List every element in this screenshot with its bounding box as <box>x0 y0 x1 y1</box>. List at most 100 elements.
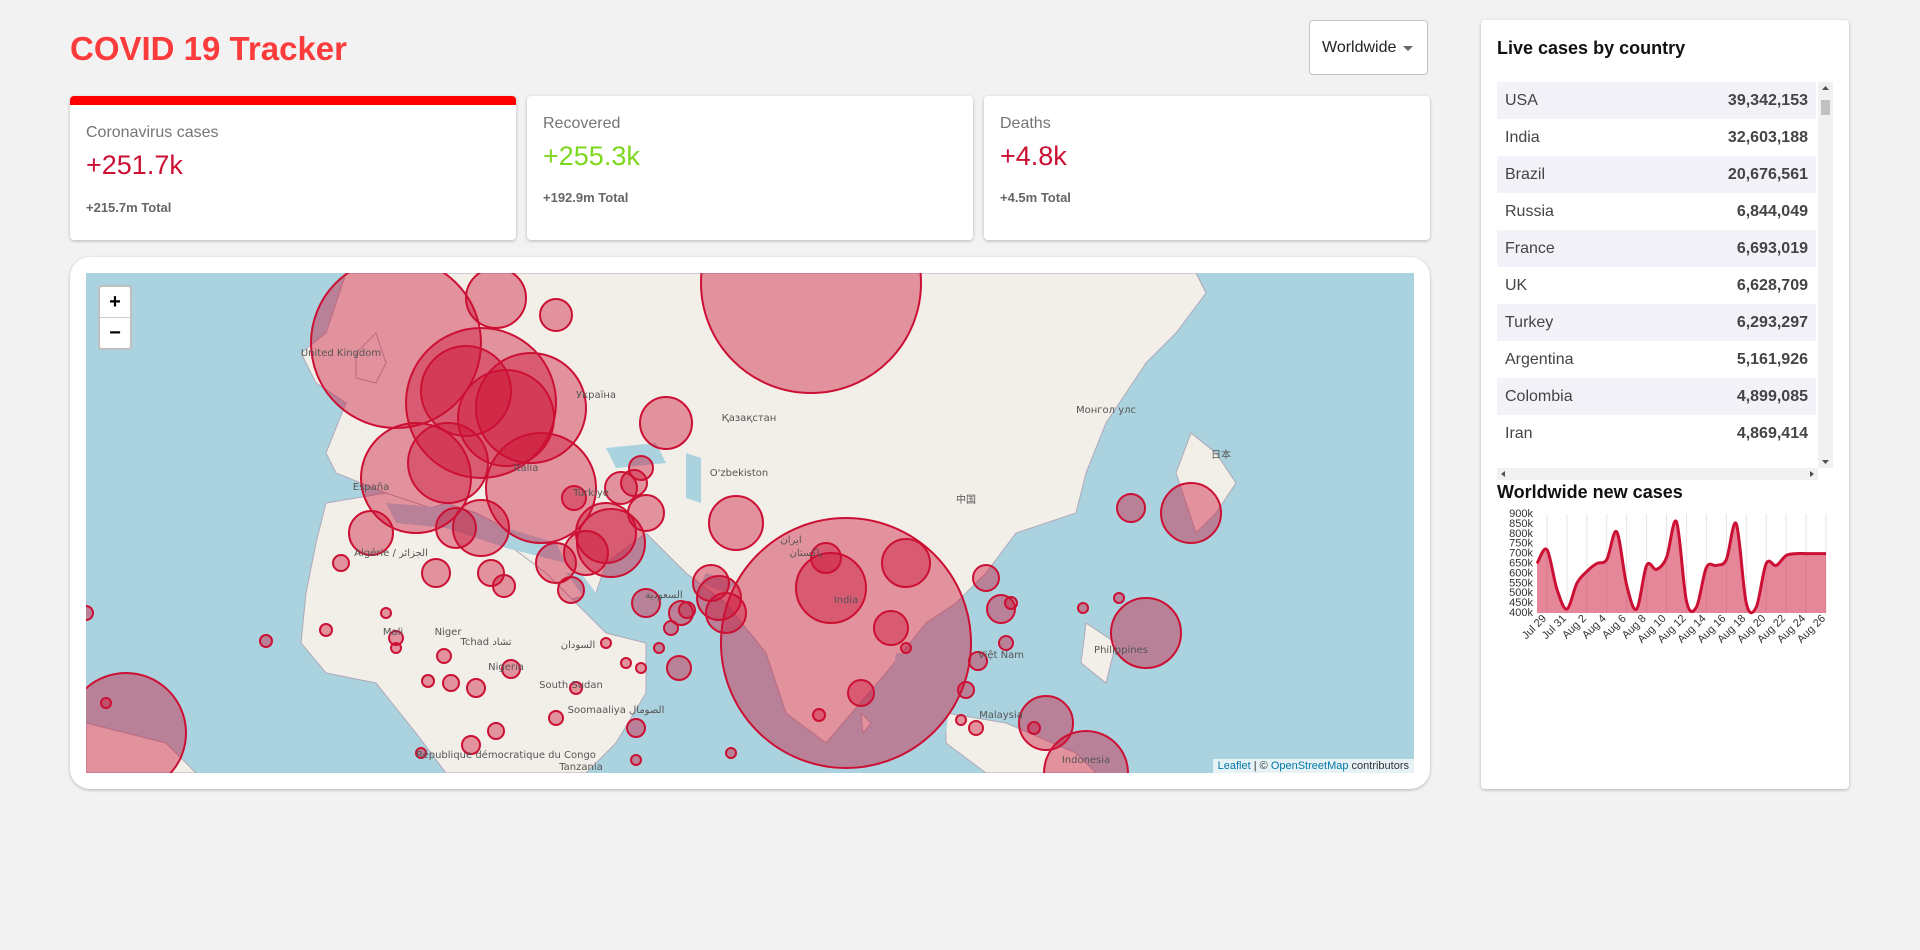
country-name: Argentina <box>1505 350 1574 368</box>
case-circle[interactable] <box>873 610 909 646</box>
scrollbar-thumb[interactable] <box>1821 100 1830 115</box>
case-circle[interactable] <box>436 648 452 664</box>
case-circle[interactable] <box>666 655 692 681</box>
case-circle[interactable] <box>442 674 460 692</box>
case-circle[interactable] <box>972 564 1000 592</box>
cases-value: +251.7k <box>86 150 183 180</box>
country-name: Colombia <box>1505 387 1573 405</box>
deaths-card[interactable]: Deaths +4.8k +4.5m Total <box>984 96 1430 240</box>
case-circle[interactable] <box>708 495 764 551</box>
country-cases: 20,676,561 <box>1727 165 1808 183</box>
case-circle[interactable] <box>421 558 451 588</box>
case-circle[interactable] <box>407 422 489 504</box>
case-circle[interactable] <box>630 754 642 766</box>
case-circle[interactable] <box>421 674 435 688</box>
case-circle[interactable] <box>539 298 573 332</box>
map-label: Indonesia <box>1062 755 1110 766</box>
country-cases: 6,293,297 <box>1736 313 1808 331</box>
case-circle[interactable] <box>955 714 967 726</box>
country-name: USA <box>1505 91 1538 109</box>
case-circle[interactable] <box>628 455 654 481</box>
case-circle[interactable] <box>847 679 875 707</box>
case-circle[interactable] <box>86 672 187 773</box>
case-circle[interactable] <box>1113 592 1125 604</box>
map[interactable]: United Kingdom España Türkiye Algérie / الج… <box>86 273 1414 773</box>
case-circle[interactable] <box>1160 482 1222 544</box>
map-label: Malaysia <box>979 710 1023 721</box>
map-label: Mali <box>383 627 403 638</box>
map-panel: United Kingdom España Türkiye Algérie / الج… <box>70 257 1430 789</box>
case-circle[interactable] <box>968 720 984 736</box>
country-select[interactable]: Worldwide <box>1309 20 1428 75</box>
case-circle[interactable] <box>1110 597 1182 669</box>
case-circle[interactable] <box>557 576 585 604</box>
scrollbar-h-arrows-icon <box>1501 471 1814 477</box>
country-cases: 6,844,049 <box>1736 202 1808 220</box>
deaths-label: Deaths <box>1000 115 1051 132</box>
case-circle[interactable] <box>1027 721 1041 735</box>
cases-total: +215.7m Total <box>86 200 172 215</box>
case-circle[interactable] <box>86 605 94 621</box>
case-circle[interactable] <box>663 620 679 636</box>
case-circle[interactable] <box>600 637 612 649</box>
case-circle[interactable] <box>900 642 912 654</box>
case-circle[interactable] <box>259 634 273 648</box>
case-circle[interactable] <box>465 273 527 329</box>
case-circle[interactable] <box>635 662 647 674</box>
cases-card[interactable]: Coronavirus cases +251.7k +215.7m Total <box>70 96 516 240</box>
case-circle[interactable] <box>620 657 632 669</box>
zoom-out-button[interactable]: − <box>100 317 130 348</box>
recovered-card[interactable]: Recovered +255.3k +192.9m Total <box>527 96 973 240</box>
map-label: Tanzania <box>558 762 603 773</box>
attribution-suffix: contributors <box>1348 760 1409 772</box>
case-circle[interactable] <box>1077 602 1089 614</box>
case-circle[interactable] <box>957 681 975 699</box>
deaths-total: +4.5m Total <box>1000 190 1071 205</box>
case-circle[interactable] <box>492 574 516 598</box>
selected-indicator <box>70 96 516 105</box>
map-label: ایران <box>780 535 801 546</box>
map-label: Soomaaliya الصومال <box>568 705 665 716</box>
map-label: Қазақстан <box>722 413 777 424</box>
table-row: Russia 6,844,049 <box>1497 193 1816 230</box>
country-cases: 32,603,188 <box>1727 128 1808 146</box>
table-horizontal-scrollbar[interactable] <box>1497 468 1818 480</box>
live-cases-table[interactable]: USA 39,342,153 India 32,603,188 Brazil 20,676… <box>1497 82 1833 480</box>
table-row: USA 39,342,153 <box>1497 82 1816 119</box>
case-circle[interactable] <box>812 708 826 722</box>
case-circle[interactable] <box>332 554 350 572</box>
case-circle[interactable] <box>319 623 333 637</box>
case-circle[interactable] <box>639 396 693 450</box>
case-circle[interactable] <box>487 722 505 740</box>
table-vertical-scrollbar[interactable] <box>1818 82 1833 468</box>
case-circle[interactable] <box>705 592 747 634</box>
case-circle[interactable] <box>452 499 510 557</box>
case-circle[interactable] <box>1004 596 1018 610</box>
map-label: Niger <box>435 627 463 638</box>
case-circle[interactable] <box>466 678 486 698</box>
case-circle[interactable] <box>881 538 931 588</box>
country-cases: 4,869,414 <box>1736 424 1808 442</box>
case-circle[interactable] <box>1116 493 1146 523</box>
live-cases-title: Live cases by country <box>1497 38 1686 58</box>
case-circle[interactable] <box>626 718 646 738</box>
zoom-in-button[interactable]: + <box>100 287 130 317</box>
case-circle[interactable] <box>548 710 564 726</box>
map-label: پاکستان <box>790 548 823 559</box>
recovered-total: +192.9m Total <box>543 190 629 205</box>
caspian-sea <box>686 453 701 503</box>
case-circle[interactable] <box>380 607 392 619</box>
case-circle[interactable] <box>725 747 737 759</box>
country-name: Brazil <box>1505 165 1546 183</box>
openstreetmap-link[interactable]: OpenStreetMap <box>1271 760 1349 772</box>
leaflet-link[interactable]: Leaflet <box>1218 760 1251 772</box>
case-circle[interactable] <box>678 601 696 619</box>
case-circle[interactable] <box>100 697 112 709</box>
case-circle[interactable] <box>653 642 665 654</box>
case-circle[interactable] <box>390 642 402 654</box>
table-row: France 6,693,019 <box>1497 230 1816 267</box>
country-name: Iran <box>1505 424 1533 442</box>
map-label: السعودية <box>645 590 682 601</box>
case-circle[interactable] <box>627 494 665 532</box>
case-circle[interactable] <box>998 635 1014 651</box>
